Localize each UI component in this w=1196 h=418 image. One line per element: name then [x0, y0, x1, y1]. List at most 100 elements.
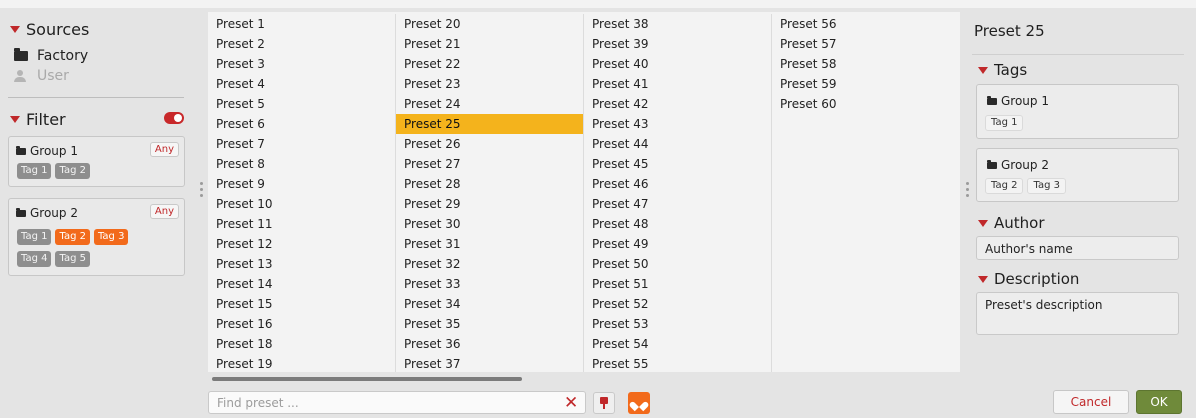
preset-list: Preset 1 Preset 2 Preset 3 Preset 4 Preset 5… — [208, 12, 960, 372]
preset-item[interactable]: Preset 35 — [396, 314, 583, 334]
preset-item[interactable]: Preset 53 — [584, 314, 771, 334]
horizontal-scrollbar[interactable] — [212, 377, 522, 381]
author-field[interactable]: Author's name — [976, 236, 1179, 260]
preset-item[interactable]: Preset 20 — [396, 14, 583, 34]
preset-item[interactable]: Preset 60 — [772, 94, 960, 114]
right-splitter-handle[interactable] — [965, 182, 969, 197]
preset-item[interactable]: Preset 56 — [772, 14, 960, 34]
preset-item[interactable]: Preset 58 — [772, 54, 960, 74]
tag-list: Tag 1 — [985, 115, 1024, 131]
preset-item[interactable]: Preset 19 — [208, 354, 395, 374]
preset-item[interactable]: Preset 49 — [584, 234, 771, 254]
source-item-factory[interactable]: Factory — [14, 48, 88, 64]
preset-item[interactable]: Preset 12 — [208, 234, 395, 254]
favorite-button[interactable] — [628, 392, 650, 414]
preset-item[interactable]: Preset 33 — [396, 274, 583, 294]
divider — [8, 97, 184, 98]
preset-item[interactable]: Preset 23 — [396, 74, 583, 94]
preset-item[interactable]: Preset 22 — [396, 54, 583, 74]
preset-item[interactable]: Preset 51 — [584, 274, 771, 294]
left-splitter-handle[interactable] — [199, 182, 203, 197]
filter-toggle[interactable] — [164, 112, 184, 124]
tag-chip-active[interactable]: Tag 3 — [93, 229, 129, 245]
tag-chip[interactable]: Tag 1 — [985, 115, 1024, 131]
preset-item[interactable]: Preset 27 — [396, 154, 583, 174]
preset-item[interactable]: Preset 46 — [584, 174, 771, 194]
preset-item[interactable]: Preset 57 — [772, 34, 960, 54]
preset-item[interactable]: Preset 26 — [396, 134, 583, 154]
tag-chip-active[interactable]: Tag 2 — [55, 229, 90, 245]
author-header[interactable]: Author — [978, 214, 1045, 232]
preset-item[interactable]: Preset 6 — [208, 114, 395, 134]
any-button[interactable]: Any — [149, 142, 179, 157]
preset-item[interactable]: Preset 34 — [396, 294, 583, 314]
tags-header[interactable]: Tags — [978, 61, 1027, 79]
preset-item[interactable]: Preset 32 — [396, 254, 583, 274]
preset-item[interactable]: Preset 10 — [208, 194, 395, 214]
tag-chip[interactable]: Tag 2 — [55, 163, 90, 179]
preset-item[interactable]: Preset 39 — [584, 34, 771, 54]
preset-item[interactable]: Preset 50 — [584, 254, 771, 274]
description-header[interactable]: Description — [978, 270, 1079, 288]
tag-list: Tag 4 Tag 5 — [17, 251, 90, 267]
search-input[interactable] — [208, 391, 586, 414]
preset-item[interactable]: Preset 15 — [208, 294, 395, 314]
preset-item[interactable]: Preset 24 — [396, 94, 583, 114]
tag-group-2: Group 2 Tag 2 Tag 3 — [976, 148, 1179, 202]
preset-item[interactable]: Preset 14 — [208, 274, 395, 294]
ok-button[interactable]: OK — [1136, 390, 1182, 414]
preset-item[interactable]: Preset 43 — [584, 114, 771, 134]
collapse-triangle-icon — [978, 66, 988, 74]
any-button[interactable]: Any — [149, 204, 179, 219]
preset-item[interactable]: Preset 13 — [208, 254, 395, 274]
preset-item[interactable]: Preset 16 — [208, 314, 395, 334]
preset-item[interactable]: Preset 28 — [396, 174, 583, 194]
preset-item[interactable]: Preset 44 — [584, 134, 771, 154]
preset-item[interactable]: Preset 31 — [396, 234, 583, 254]
clear-icon[interactable]: ✕ — [564, 392, 578, 414]
preset-item-selected[interactable]: Preset 25 — [396, 114, 583, 134]
preset-item[interactable]: Preset 52 — [584, 294, 771, 314]
preset-item[interactable]: Preset 4 — [208, 74, 395, 94]
preset-item[interactable]: Preset 54 — [584, 334, 771, 354]
preset-item[interactable]: Preset 2 — [208, 34, 395, 54]
preset-item[interactable]: Preset 18 — [208, 334, 395, 354]
sources-title: Sources — [26, 20, 90, 39]
preset-item[interactable]: Preset 37 — [396, 354, 583, 374]
preset-item[interactable]: Preset 7 — [208, 134, 395, 154]
preset-item[interactable]: Preset 9 — [208, 174, 395, 194]
author-title: Author — [994, 214, 1045, 232]
preset-item[interactable]: Preset 36 — [396, 334, 583, 354]
preset-item[interactable]: Preset 59 — [772, 74, 960, 94]
preset-item[interactable]: Preset 8 — [208, 154, 395, 174]
cancel-button[interactable]: Cancel — [1053, 390, 1129, 414]
preset-item[interactable]: Preset 21 — [396, 34, 583, 54]
preset-item[interactable]: Preset 41 — [584, 74, 771, 94]
preset-item[interactable]: Preset 38 — [584, 14, 771, 34]
preset-item[interactable]: Preset 48 — [584, 214, 771, 234]
preset-item[interactable]: Preset 45 — [584, 154, 771, 174]
pin-icon — [600, 397, 608, 409]
preset-item[interactable]: Preset 29 — [396, 194, 583, 214]
filter-header[interactable]: Filter — [10, 110, 66, 129]
tag-chip[interactable]: Tag 2 — [985, 178, 1024, 194]
source-item-user[interactable]: User — [14, 68, 69, 84]
preset-item[interactable]: Preset 5 — [208, 94, 395, 114]
preset-item[interactable]: Preset 42 — [584, 94, 771, 114]
heart-icon — [633, 398, 645, 409]
tag-chip[interactable]: Tag 3 — [1027, 178, 1066, 194]
preset-item[interactable]: Preset 40 — [584, 54, 771, 74]
tag-chip[interactable]: Tag 4 — [17, 251, 52, 267]
preset-item[interactable]: Preset 11 — [208, 214, 395, 234]
tag-chip[interactable]: Tag 1 — [17, 229, 52, 245]
pin-button[interactable] — [593, 392, 615, 414]
sources-header[interactable]: Sources — [10, 20, 89, 39]
preset-item[interactable]: Preset 55 — [584, 354, 771, 374]
preset-item[interactable]: Preset 30 — [396, 214, 583, 234]
preset-item[interactable]: Preset 47 — [584, 194, 771, 214]
preset-item[interactable]: Preset 3 — [208, 54, 395, 74]
preset-item[interactable]: Preset 1 — [208, 14, 395, 34]
description-field[interactable]: Preset's description — [976, 292, 1179, 335]
tag-chip[interactable]: Tag 5 — [55, 251, 90, 267]
tag-chip[interactable]: Tag 1 — [17, 163, 52, 179]
